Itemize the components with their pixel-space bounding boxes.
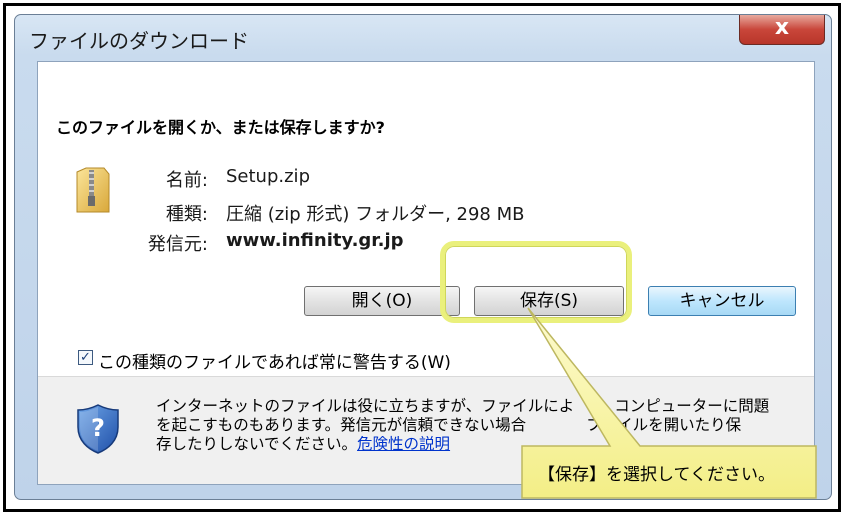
callout-instruction: 【保存】を選択してください。 (538, 465, 775, 485)
security-shield-icon: ? (77, 404, 119, 454)
security-warning-text: インターネットのファイルは役に立ちますが、ファイルによ コンピューターに問題 を起… (156, 397, 806, 454)
warning-line-1-tail: コンピューターに問題 (614, 397, 770, 415)
cancel-button[interactable]: キャンセル (648, 286, 796, 316)
download-question: このファイルを開くか、または保存しますか? (56, 118, 385, 137)
file-type-value: 圧縮 (zip 形式) フォルダー, 298 MB (226, 204, 525, 225)
file-name-value: Setup.zip (226, 166, 310, 187)
always-warn-checkbox[interactable]: ✓ (78, 350, 93, 365)
warning-line-2: を起こすものもあります。発信元が信頼できない場合 (156, 416, 527, 434)
dialog-content: このファイルを開くか、または保存しますか? 名前: Setup.zip 種類: … (37, 61, 815, 485)
zip-folder-icon (76, 167, 110, 213)
title-bar: ファイルのダウンロード x (15, 15, 831, 59)
risk-explanation-link[interactable]: 危険性の説明 (357, 435, 450, 453)
file-name-label: 名前: (165, 170, 208, 191)
window-title: ファイルのダウンロード (29, 29, 249, 53)
file-type-label: 種類: (165, 204, 208, 225)
svg-text:?: ? (91, 414, 105, 442)
save-button-highlight (440, 241, 632, 323)
warning-line-1: インターネットのファイルは役に立ちますが、ファイルによ (156, 397, 575, 415)
close-icon: x (774, 15, 790, 40)
open-button[interactable]: 開く(O) (304, 286, 460, 316)
close-button[interactable]: x (739, 15, 825, 45)
file-source-value: www.infinity.gr.jp (226, 230, 404, 251)
file-source-label: 発信元: (147, 234, 208, 255)
always-warn-label: この種類のファイルであれば常に警告する(W) (98, 353, 451, 373)
download-dialog: ファイルのダウンロード x このファイルを開くか、または保存しますか? 名前: … (14, 14, 832, 500)
warning-line-3: 存したりしないでください。 (156, 435, 358, 453)
warning-line-2-tail: ファイルを開いたり保 (586, 416, 742, 434)
